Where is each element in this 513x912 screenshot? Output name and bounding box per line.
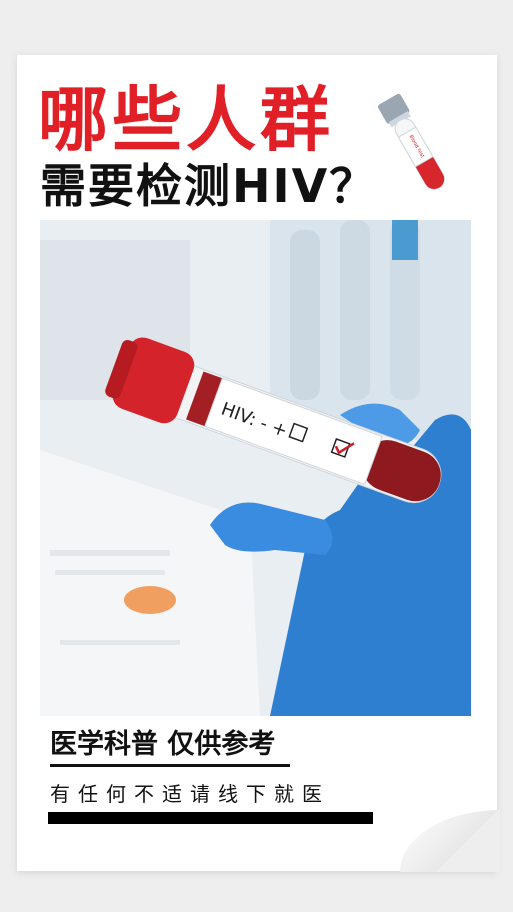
disclaimer-heading: 医学科普 仅供参考 (50, 729, 276, 760)
bottom-bar (48, 812, 373, 824)
disclaimer-underline (50, 764, 290, 767)
title-line-2: 需要检测HIV？ (40, 159, 378, 213)
hero-photo: HIV: - + (40, 220, 471, 716)
disclaimer-caption: 有任何不适请线下就医 (50, 782, 330, 806)
title-line-1: 哪些人群 (38, 79, 334, 161)
blood-test-tube-icon: Blood test (378, 84, 458, 199)
